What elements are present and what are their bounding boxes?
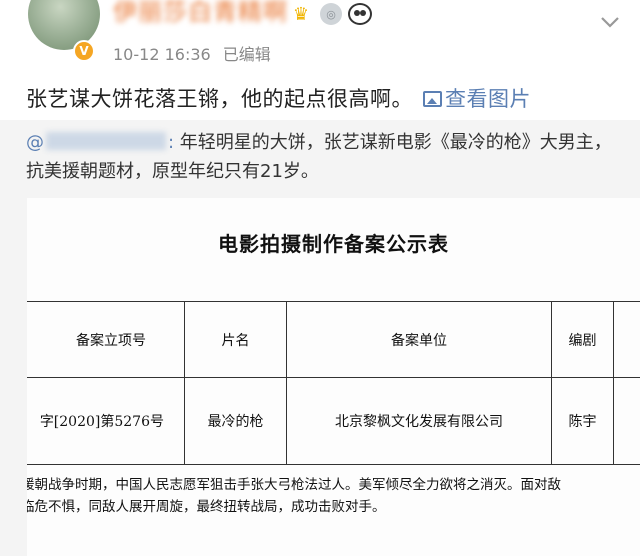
panda-badge-icon[interactable] [348,3,372,25]
crown-badge-icon[interactable]: ♛ [288,2,314,26]
table-cell: 字[2020]第5276号 [39,414,164,430]
header-cell [613,302,640,377]
post-body: 张艺谋大饼花落王锵，他的起点很高啊。 查看图片 [26,83,531,113]
table-header-row: 备案立项号 片名 备案单位 编剧 [27,301,640,377]
username[interactable]: 伊丽莎白青精啊 [113,0,288,27]
header-cell: 编剧 [551,302,613,377]
verified-badge-icon: V [73,40,95,62]
at-sign: @ [26,132,44,153]
table-cell: 北京黎枫文化发展有限公司 [286,378,551,464]
post-meta: 10-12 16:36 已编辑 [113,41,271,65]
header-cell: 备案立项号 [76,332,146,349]
mention-link[interactable]: @: [26,132,174,153]
header-cell: 片名 [184,302,286,377]
image-icon [423,91,442,107]
table-cell [613,378,640,464]
document-image[interactable]: 电影拍摄制作备案公示表 备案立项号 片名 备案单位 编剧 字[2020]第527… [27,198,640,556]
document-title: 电影拍摄制作备案公示表 [218,232,449,256]
timestamp: 10-12 16:36 [113,45,211,64]
header-cell: 备案单位 [286,302,551,377]
post-text: 张艺谋大饼花落王锵，他的起点很高啊。 [26,87,413,111]
document-description: 援朝战争时期，中国人民志愿军狙击手张大弓枪法过人。美军倾尽全力欲将之消灭。面对敌… [27,474,640,518]
view-image-label: 查看图片 [445,87,531,111]
blurred-mention [46,132,166,150]
edited-label[interactable]: 已编辑 [223,45,271,64]
table-cell: 陈宇 [551,378,613,464]
description-line: 临危不惧，同敌人展开周旋，最终扭转战局，成功击败对手。 [27,499,386,515]
user-badges: ♛ ◎ [288,2,372,26]
view-image-link[interactable]: 查看图片 [423,87,531,111]
table-cell: 最冷的枪 [184,378,286,464]
filing-table: 备案立项号 片名 备案单位 编剧 字[2020]第5276号 最冷的枪 北京黎枫… [27,301,640,465]
repost-panel[interactable]: @: 年轻明星的大饼，张艺谋新电影《最冷的枪》大男主，抗美援朝题材，原型年纪只有… [0,120,640,556]
description-line: 援朝战争时期，中国人民志愿军狙击手张大弓枪法过人。美军倾尽全力欲将之消灭。面对敌 [27,477,561,493]
table-row: 字[2020]第5276号 最冷的枪 北京黎枫文化发展有限公司 陈宇 [27,377,640,465]
repost-text: @: 年轻明星的大饼，张艺谋新电影《最冷的枪》大男主，抗美援朝题材，原型年纪只有… [26,128,626,186]
chevron-down-icon[interactable] [598,10,622,34]
member-badge-icon[interactable]: ◎ [320,3,342,25]
